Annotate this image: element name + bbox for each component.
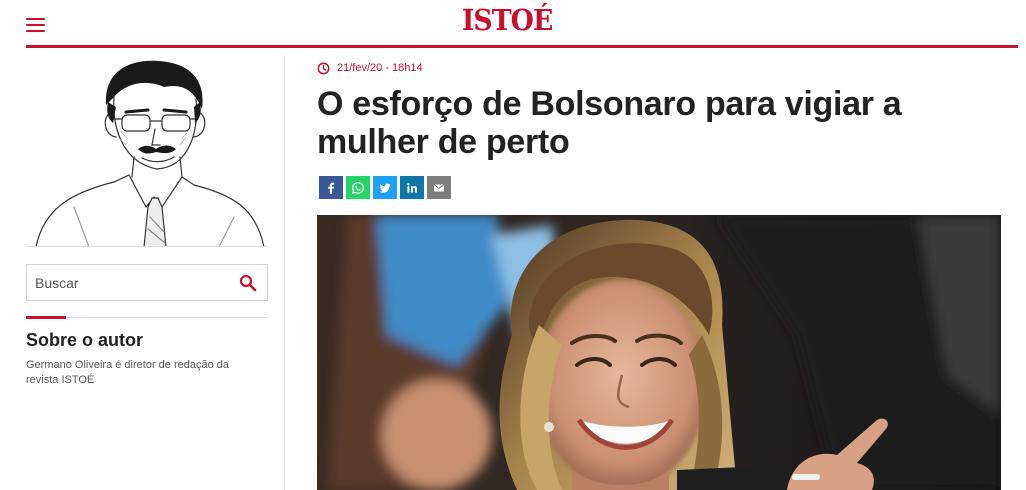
about-author-text: Germano Oliveira é diretor de redação da… bbox=[26, 359, 229, 386]
about-accent bbox=[26, 316, 66, 319]
whatsapp-icon bbox=[351, 181, 364, 194]
facebook-icon bbox=[328, 182, 335, 194]
search-icon[interactable] bbox=[239, 274, 257, 292]
email-share-button[interactable] bbox=[427, 176, 451, 199]
twitter-share-button[interactable] bbox=[373, 176, 397, 199]
linkedin-share-button[interactable] bbox=[400, 176, 424, 199]
whatsapp-share-button[interactable] bbox=[346, 176, 370, 199]
sidebar-divider bbox=[26, 246, 268, 247]
article-date: 21/fev/20 - 18h14 bbox=[337, 62, 423, 74]
search-box bbox=[26, 264, 268, 301]
twitter-icon bbox=[379, 183, 391, 193]
author-sketch-portrait bbox=[35, 60, 265, 247]
hamburger-menu-icon[interactable] bbox=[26, 18, 45, 32]
facebook-share-button[interactable] bbox=[319, 176, 343, 199]
header-divider bbox=[26, 45, 1018, 48]
article-meta: 21/fev/20 - 18h14 bbox=[317, 61, 423, 75]
site-header: ISTOÉ bbox=[0, 0, 1026, 50]
share-buttons bbox=[319, 176, 451, 199]
email-icon bbox=[433, 183, 445, 191]
clock-icon bbox=[317, 62, 330, 74]
search-input[interactable] bbox=[27, 265, 227, 300]
column-divider bbox=[284, 55, 285, 490]
article-headline: O esforço de Bolsonaro para vigiar a mul… bbox=[317, 85, 902, 161]
about-author-heading: Sobre o autor bbox=[26, 330, 144, 350]
article-photo bbox=[317, 215, 1001, 490]
linkedin-icon bbox=[407, 182, 417, 193]
istoe-logo[interactable]: ISTOÉ bbox=[462, 2, 554, 38]
